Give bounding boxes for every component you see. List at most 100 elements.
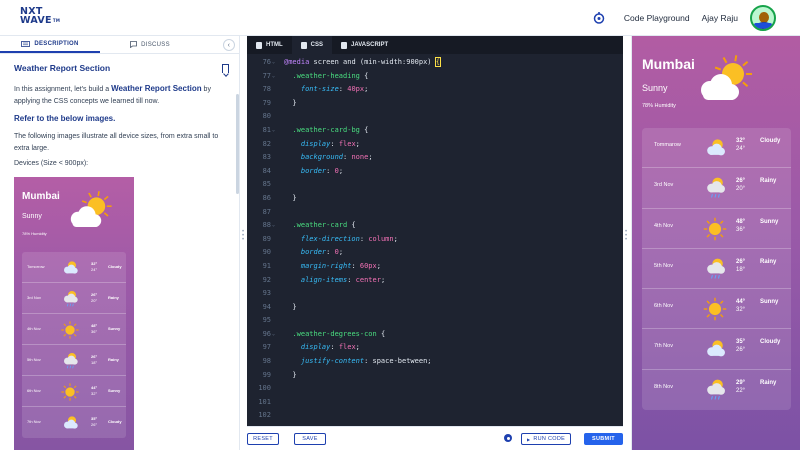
fold-chevron-icon[interactable]: ⌄ [272, 219, 275, 233]
code-line[interactable]: 88 ⌄ .weather-card { [247, 219, 623, 233]
run-code-button[interactable]: ▶ RUN CODE [521, 433, 571, 445]
code-line[interactable]: 91 margin-right: 60px; [247, 260, 623, 274]
code-line[interactable]: 77 ⌄ .weather-heading { [247, 70, 623, 84]
code-text: @media screen and (min-width:900px) { [284, 57, 442, 67]
code-line[interactable]: 82 display: flex; [247, 138, 623, 152]
forecast-day: Tommarow [654, 142, 681, 148]
tab-html-label: HTML [266, 42, 283, 48]
code-line[interactable]: 89 flex-direction: column; [247, 233, 623, 247]
code-line[interactable]: 85 [247, 178, 623, 192]
settings-gear-icon[interactable] [504, 434, 512, 442]
tab-discuss-label: DISCUSS [141, 41, 170, 48]
code-text: margin-right: 60px; [300, 261, 381, 270]
code-line[interactable]: 95 [247, 314, 623, 328]
fold-chevron-icon[interactable]: ⌄ [272, 124, 275, 138]
forecast-condition: Rainy [760, 379, 777, 386]
forecast-high: 32° [736, 138, 746, 144]
forecast-condition: Rainy [760, 258, 777, 265]
forecast-condition: Cloudy [108, 264, 122, 269]
code-line[interactable]: 80 [247, 110, 623, 124]
logo-line-2: WAVE [20, 15, 52, 26]
code-playground-link[interactable]: Code Playground [624, 13, 690, 23]
forecast-row: 8th Nov 29° 22° Rainy [642, 370, 791, 410]
save-button[interactable]: SAVE [294, 433, 326, 445]
code-line[interactable]: 90 border: 0; [247, 246, 623, 260]
forecast-condition: Rainy [108, 357, 119, 362]
left-tabs: DESCRIPTION DISCUSS ‹ [0, 36, 239, 54]
code-line[interactable]: 96 ⌄ .weather-degrees-con { [247, 328, 623, 342]
html-file-icon [256, 41, 262, 49]
resize-handle-right[interactable]: • • • [624, 229, 628, 244]
forecast-high: 26° [91, 292, 98, 297]
forecast-low: 24° [91, 267, 98, 272]
avatar[interactable] [750, 5, 776, 31]
code-line[interactable]: 92 align-items: center; [247, 274, 623, 288]
resize-handle-left[interactable]: • • • [241, 229, 245, 244]
forecast-day: 7th Nov [27, 419, 41, 424]
tab-css[interactable]: CSS [291, 36, 333, 54]
scrollbar[interactable] [236, 94, 239, 194]
code-line[interactable]: 102 [247, 409, 623, 423]
forecast-condition: Rainy [760, 178, 777, 185]
code-line[interactable]: 79 } [247, 97, 623, 111]
code-line[interactable]: 76 ⌄ @media screen and (min-width:900px) { [247, 56, 623, 70]
code-line[interactable]: 93 [247, 287, 623, 301]
cloud-weather-icon [60, 413, 80, 433]
forecast-high: 35° [736, 339, 746, 346]
submit-button[interactable]: SUBMIT [584, 433, 623, 445]
code-line[interactable]: 87 [247, 206, 623, 220]
code-line[interactable]: 86 } [247, 192, 623, 206]
tab-html[interactable]: HTML [247, 36, 292, 54]
line-number: 78 [262, 85, 271, 94]
line-number: 100 [258, 384, 271, 393]
tab-description[interactable]: DESCRIPTION [0, 36, 100, 53]
code-line[interactable]: 99 } [247, 369, 623, 383]
line-number: 80 [262, 112, 271, 121]
code-text: justify-content: space-between; [300, 357, 432, 366]
forecast-condition: Sunny [108, 326, 121, 331]
fold-chevron-icon[interactable]: ⌄ [272, 70, 275, 84]
line-number: 92 [262, 275, 271, 284]
code-playground-icon[interactable] [592, 11, 606, 25]
line-number: 91 [262, 261, 271, 270]
play-icon: ▶ [526, 436, 531, 442]
sun-weather-icon [60, 382, 80, 402]
forecast-row: 5th Nov 26° 18° Rainy [642, 249, 791, 290]
forecast-low: 26° [91, 422, 98, 427]
code-line[interactable]: 100 [247, 382, 623, 396]
devices-label: Devices (Size < 900px): [14, 160, 89, 167]
forecast-condition: Sunny [760, 218, 779, 225]
nxtwave-logo[interactable]: NXT WAVETM [20, 7, 60, 26]
intro-text: In this assignment, let's build a Weathe… [14, 84, 211, 105]
code-line[interactable]: 101 [247, 396, 623, 410]
forecast-high: 44° [91, 385, 98, 390]
tab-javascript[interactable]: JAVASCRIPT [332, 36, 397, 54]
cloud-weather-icon [702, 135, 728, 161]
code-line[interactable]: 78 font-size: 40px; [247, 83, 623, 97]
tab-discuss[interactable]: DISCUSS [100, 36, 200, 53]
reset-button[interactable]: RESET [247, 433, 279, 445]
code-line[interactable]: 98 justify-content: space-between; [247, 355, 623, 369]
code-text: display: flex; [300, 343, 360, 352]
user-name[interactable]: Ajay Raju [702, 13, 738, 23]
bookmark-icon[interactable] [222, 64, 229, 73]
code-text: display: flex; [300, 139, 360, 148]
code-line[interactable]: 84 border: 0; [247, 165, 623, 179]
code-line[interactable]: 97 display: flex; [247, 341, 623, 355]
rain-weather-icon [60, 351, 80, 371]
forecast-condition: Cloudy [760, 339, 781, 346]
forecast-low: 26° [736, 347, 746, 354]
fold-chevron-icon[interactable]: ⌄ [272, 328, 275, 342]
forecast-high: 44° [736, 299, 746, 306]
line-number: 101 [258, 397, 271, 406]
line-number: 85 [262, 180, 271, 189]
line-number: 97 [262, 343, 271, 352]
line-number: 95 [262, 316, 271, 325]
code-line[interactable]: 94 } [247, 301, 623, 315]
code-line[interactable]: 83 background: none; [247, 151, 623, 165]
collapse-panel-button[interactable]: ‹ [223, 39, 235, 51]
code-area[interactable]: 76 ⌄ @media screen and (min-width:900px) {… [247, 56, 623, 423]
code-line[interactable]: 81 ⌄ .weather-card-bg { [247, 124, 623, 138]
fold-chevron-icon[interactable]: ⌄ [272, 56, 275, 70]
code-text: border: 0; [300, 248, 344, 257]
